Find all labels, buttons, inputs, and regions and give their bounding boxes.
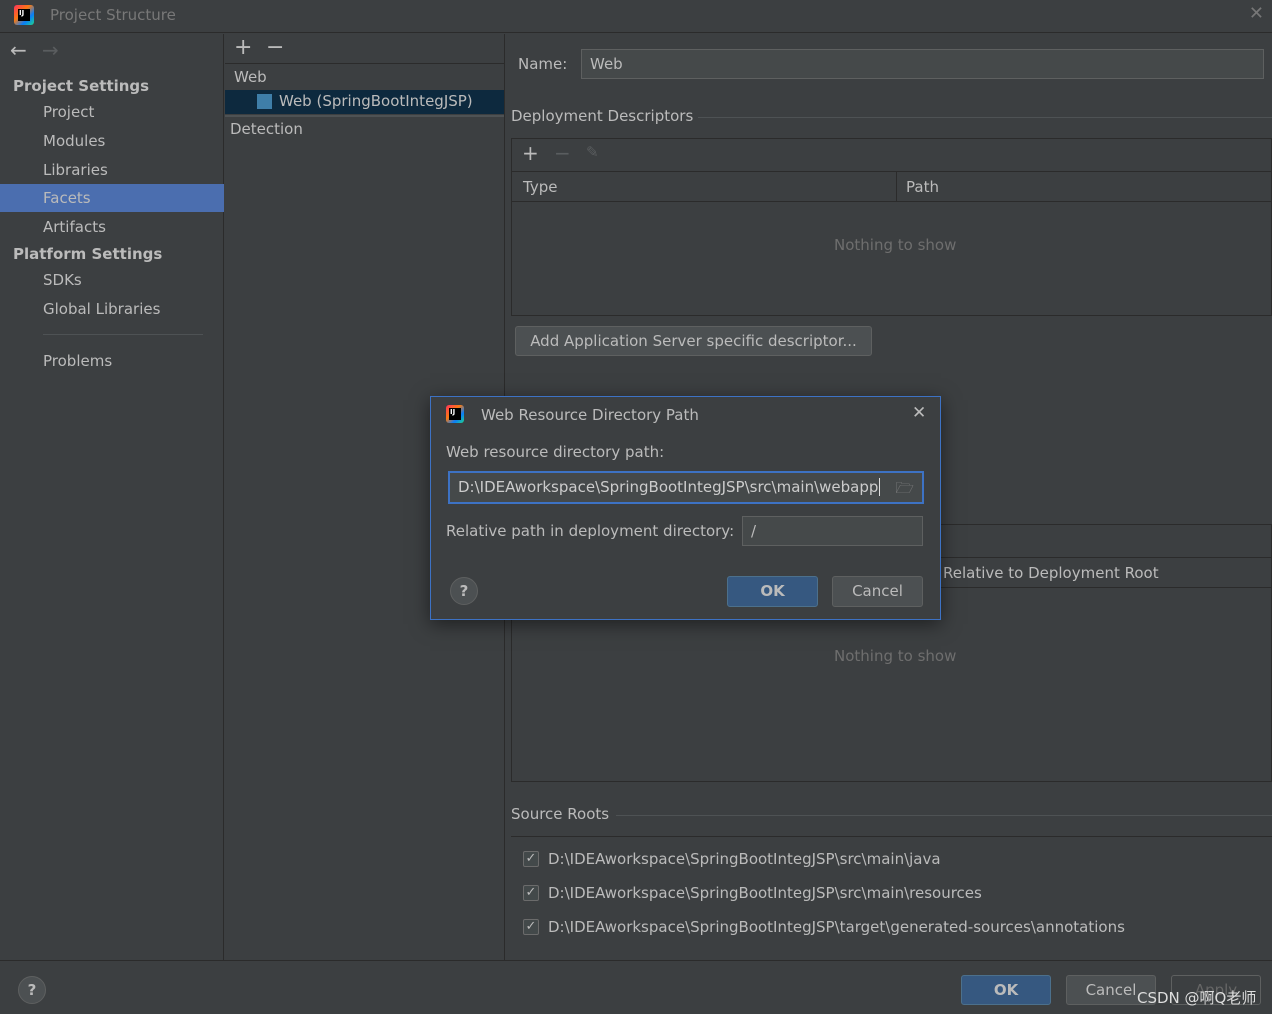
dialog-cancel-button[interactable]: Cancel (832, 576, 923, 607)
dialog-ok-button[interactable]: OK (727, 576, 818, 607)
dialog-help-button[interactable]: ? (450, 577, 478, 605)
project-settings-heading: Project Settings (13, 77, 150, 95)
web-resource-dialog: IJ Web Resource Directory Path ✕ Web res… (430, 396, 941, 620)
folder-browse-icon[interactable]: 🗁 (895, 478, 914, 502)
tree-item-detection[interactable]: Detection (230, 120, 303, 138)
column-path[interactable]: Path (906, 178, 939, 196)
remove-descriptor-icon[interactable]: − (554, 141, 571, 165)
checkbox-checked-icon[interactable]: ✓ (523, 919, 539, 935)
sidebar-item-modules[interactable]: Modules (0, 127, 224, 155)
add-icon[interactable]: + (234, 35, 252, 60)
window-title: Project Structure (50, 6, 176, 24)
path-input[interactable]: D:\IDEAworkspace\SpringBootIntegJSP\src\… (448, 471, 924, 504)
web-facet-icon (257, 94, 272, 109)
column-relative-root[interactable]: Relative to Deployment Root (943, 564, 1159, 582)
deployment-descriptors-table: + − ✎ Type Path Nothing to show (511, 138, 1272, 316)
name-input[interactable]: Web (581, 49, 1264, 79)
dialog-title: Web Resource Directory Path (481, 406, 699, 424)
source-root-path: D:\IDEAworkspace\SpringBootIntegJSP\targ… (548, 918, 1125, 936)
sidebar-item-problems[interactable]: Problems (0, 347, 224, 375)
deployment-descriptors-heading: Deployment Descriptors (511, 107, 694, 125)
help-button[interactable]: ? (18, 976, 46, 1004)
tree-item-web-facet[interactable]: Web (SpringBootIntegJSP) (225, 90, 504, 114)
sidebar-item-facets[interactable]: Facets (0, 184, 224, 212)
back-arrow-icon[interactable]: ← (10, 38, 27, 62)
ok-button[interactable]: OK (961, 975, 1051, 1005)
name-label: Name: (518, 55, 568, 73)
intellij-logo-icon: IJ (14, 5, 34, 25)
relative-path-label: Relative path in deployment directory: (446, 522, 735, 540)
empty-state-text-2: Nothing to show (834, 647, 957, 665)
path-label: Web resource directory path: (446, 443, 665, 461)
tree-group-web[interactable]: Web (234, 68, 267, 86)
sidebar-item-artifacts[interactable]: Artifacts (0, 213, 224, 241)
add-descriptor-button[interactable]: Add Application Server specific descript… (515, 326, 872, 356)
dialog-close-icon[interactable]: ✕ (912, 403, 926, 423)
add-descriptor-icon[interactable]: + (522, 141, 539, 165)
forward-arrow-icon[interactable]: → (42, 38, 59, 62)
sidebar-item-project[interactable]: Project (0, 98, 224, 126)
watermark: CSDN @啊Q老师 (1137, 989, 1257, 1007)
source-roots-heading: Source Roots (511, 805, 610, 823)
tree-item-label: Web (SpringBootIntegJSP) (279, 92, 473, 110)
intellij-logo-icon: IJ (446, 405, 464, 423)
checkbox-checked-icon[interactable]: ✓ (523, 885, 539, 901)
footer: ? OK Cancel Apply CSDN @啊Q老师 (0, 960, 1272, 1014)
sidebar-item-libraries[interactable]: Libraries (0, 156, 224, 184)
source-root-path: D:\IDEAworkspace\SpringBootIntegJSP\src\… (548, 850, 941, 868)
sidebar: ← → Project Settings Project Modules Lib… (0, 34, 224, 960)
sidebar-item-sdks[interactable]: SDKs (0, 266, 224, 294)
platform-settings-heading: Platform Settings (13, 245, 163, 263)
title-bar: IJ Project Structure ✕ (0, 0, 1272, 33)
source-roots-list: ✓ D:\IDEAworkspace\SpringBootIntegJSP\src… (511, 836, 1272, 946)
checkbox-checked-icon[interactable]: ✓ (523, 851, 539, 867)
source-root-path: D:\IDEAworkspace\SpringBootIntegJSP\src\… (548, 884, 982, 902)
divider (43, 334, 203, 335)
sidebar-item-global-libraries[interactable]: Global Libraries (0, 295, 224, 323)
path-input-value: D:\IDEAworkspace\SpringBootIntegJSP\src\… (458, 478, 879, 496)
column-type[interactable]: Type (523, 178, 557, 196)
remove-icon[interactable]: − (266, 35, 284, 60)
edit-pencil-icon[interactable]: ✎ (586, 143, 599, 161)
close-icon[interactable]: ✕ (1249, 3, 1264, 24)
empty-state-text: Nothing to show (834, 236, 957, 254)
relative-path-input[interactable]: / (742, 516, 923, 546)
